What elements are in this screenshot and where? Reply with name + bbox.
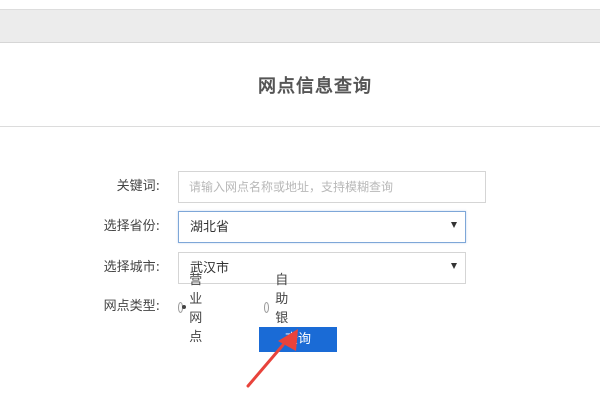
city-label: 选择城市: — [103, 260, 160, 275]
radio-self-service-bank[interactable]: 自助银行 — [264, 273, 294, 345]
page-title: 网点信息查询 — [258, 76, 372, 97]
city-row: 选择城市: 武汉市 — [0, 252, 600, 284]
keyword-row: 关键词: — [0, 171, 600, 203]
province-selected-value: 湖北省 — [190, 220, 230, 235]
city-select[interactable]: 武汉市 — [178, 252, 466, 284]
outlet-type-label: 网点类型: — [103, 299, 160, 314]
keyword-input[interactable] — [178, 171, 486, 203]
outlet-type-row: 网点类型: 营业网点 自助银行 — [0, 273, 600, 345]
top-strip — [0, 0, 600, 9]
province-row: 选择省份: 湖北省 — [0, 211, 600, 243]
province-select[interactable]: 湖北省 — [178, 211, 466, 243]
radio-business-outlet[interactable]: 营业网点 — [178, 273, 208, 345]
keyword-label: 关键词: — [116, 179, 160, 194]
province-label: 选择省份: — [103, 219, 160, 234]
header-band — [0, 9, 600, 43]
chevron-down-icon — [451, 263, 457, 269]
query-button[interactable]: 查询 — [259, 327, 337, 352]
radio-business-outlet-label: 营业网点 — [189, 273, 203, 345]
title-section: 网点信息查询 — [0, 42, 600, 127]
chevron-down-icon — [451, 222, 457, 228]
radio-unchecked-icon[interactable] — [264, 301, 270, 313]
radio-checked-icon[interactable] — [178, 301, 186, 313]
